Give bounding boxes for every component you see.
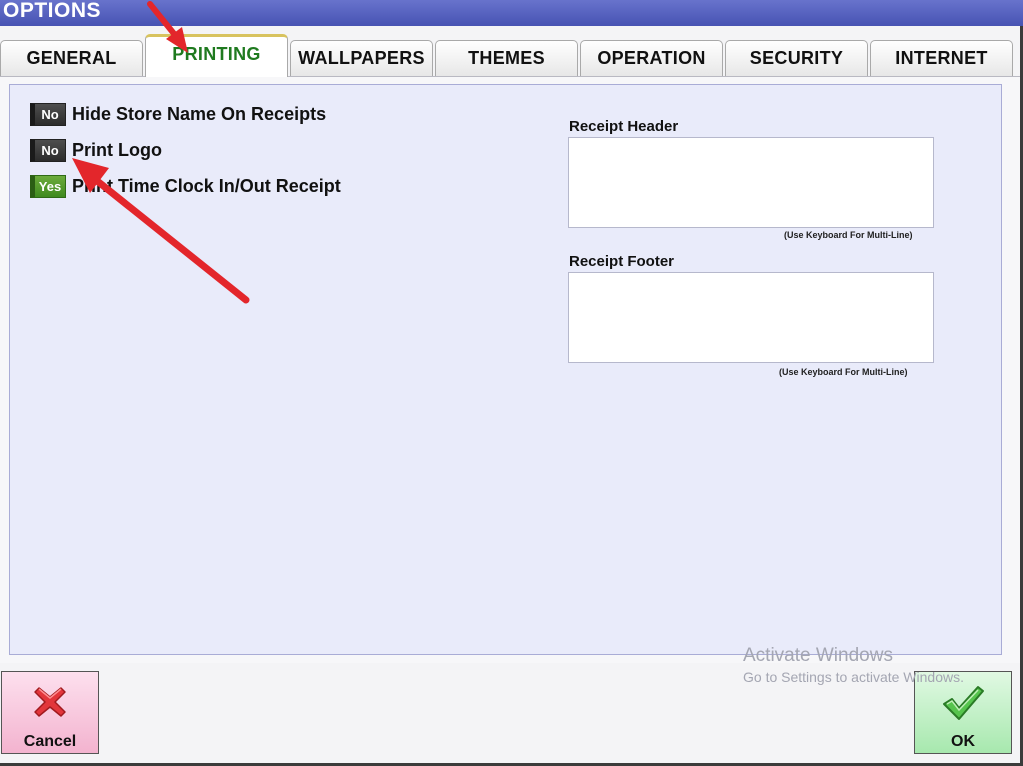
tab-internet[interactable]: INTERNET — [870, 40, 1013, 76]
ok-label: OK — [951, 733, 975, 750]
receipt-header-hint: (Use Keyboard For Multi-Line) — [784, 230, 913, 240]
print-logo-label: Print Logo — [72, 139, 162, 160]
cancel-label: Cancel — [23, 733, 77, 750]
option-hide-store-name[interactable]: No Hide Store Name On Receipts — [30, 102, 326, 126]
print-time-clock-toggle[interactable]: Yes — [30, 174, 66, 198]
tab-security[interactable]: SECURITY — [725, 40, 868, 76]
print-time-clock-label: Print Time Clock In/Out Receipt — [72, 175, 341, 196]
green-check-icon — [943, 686, 984, 720]
hide-store-name-toggle[interactable]: No — [30, 102, 66, 126]
tab-themes[interactable]: THEMES — [435, 40, 578, 76]
tab-operation[interactable]: OPERATION — [580, 40, 723, 76]
receipt-footer-input[interactable] — [568, 272, 934, 363]
tab-wallpapers[interactable]: WALLPAPERS — [290, 40, 433, 76]
title-bar: OPTIONS — [0, 0, 1023, 26]
receipt-header-input[interactable] — [568, 137, 934, 228]
receipt-footer-hint: (Use Keyboard For Multi-Line) — [779, 367, 908, 377]
cancel-button[interactable]: Cancel — [1, 671, 99, 754]
option-print-time-clock[interactable]: Yes Print Time Clock In/Out Receipt — [30, 174, 341, 198]
option-print-logo[interactable]: No Print Logo — [30, 138, 162, 162]
tab-printing[interactable]: PRINTING — [145, 34, 288, 77]
tab-general[interactable]: GENERAL — [0, 40, 143, 76]
activation-watermark-title: Activate Windows — [743, 645, 893, 666]
window-title: OPTIONS — [3, 0, 102, 22]
print-logo-toggle[interactable]: No — [30, 138, 66, 162]
receipt-footer-label: Receipt Footer — [569, 253, 675, 270]
red-x-icon — [34, 687, 66, 717]
receipt-header-label: Receipt Header — [569, 118, 679, 135]
hide-store-name-label: Hide Store Name On Receipts — [72, 103, 327, 124]
activation-watermark-subtitle: Go to Settings to activate Windows. — [743, 669, 964, 685]
